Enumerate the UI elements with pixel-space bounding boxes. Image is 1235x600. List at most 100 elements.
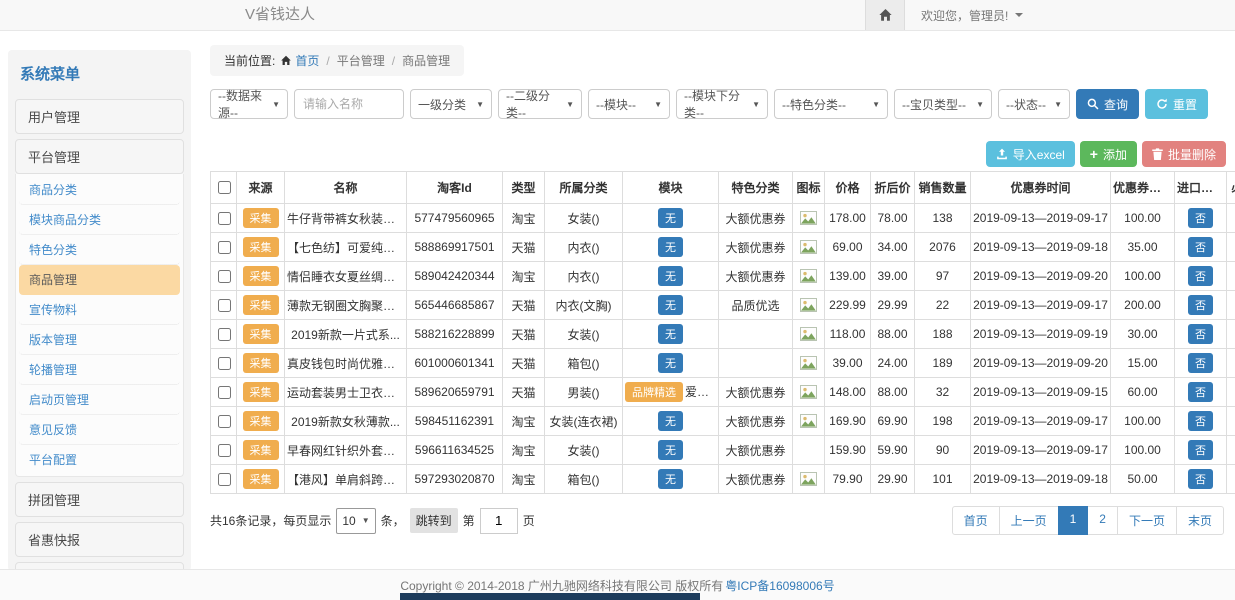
coupon-amount: 50.00 bbox=[1111, 465, 1175, 494]
sidebar-group-用户管理[interactable]: 用户管理 bbox=[15, 99, 184, 134]
sales-count: 22 bbox=[915, 291, 971, 320]
per-page-select[interactable]: 10 ▼ bbox=[336, 508, 375, 534]
row-checkbox[interactable] bbox=[218, 386, 231, 399]
pager-末页[interactable]: 末页 bbox=[1176, 506, 1224, 535]
product-image-icon bbox=[800, 472, 817, 486]
sidebar-group-拼团管理[interactable]: 拼团管理 bbox=[15, 482, 184, 517]
thumbnail-cell bbox=[793, 262, 825, 291]
icp-link[interactable]: 粤ICP备16098006号 bbox=[725, 577, 834, 594]
price: 39.00 bbox=[825, 349, 871, 378]
table-row: 采集 情侣睡衣女夏丝绸男士... 589042420344 淘宝 内衣() 无 … bbox=[211, 262, 1235, 291]
row-checkbox[interactable] bbox=[218, 241, 231, 254]
row-checkbox[interactable] bbox=[218, 444, 231, 457]
products-table: 来源名称淘客Id类型所属分类模块特色分类图标价格折后价销售数量优惠券时间优惠券金… bbox=[210, 171, 1235, 494]
import-select-badge[interactable]: 否 bbox=[1188, 382, 1213, 402]
table-row: 采集 【七色纺】可爱纯棉家... 588869917501 天猫 内衣() 无 … bbox=[211, 233, 1235, 262]
chevron-down-icon: ▼ bbox=[362, 516, 370, 525]
module-badge: 无 bbox=[658, 208, 683, 228]
sidebar-item-模块商品分类[interactable]: 模块商品分类 bbox=[19, 205, 180, 235]
pager-首页[interactable]: 首页 bbox=[952, 506, 1000, 535]
sidebar-item-意见反馈[interactable]: 意见反馈 bbox=[19, 415, 180, 445]
sidebar-item-轮播管理[interactable]: 轮播管理 bbox=[19, 355, 180, 385]
sidebar-item-特色分类[interactable]: 特色分类 bbox=[19, 235, 180, 265]
row-checkbox[interactable] bbox=[218, 473, 231, 486]
filter-select-宝贝类型[interactable]: --宝贝类型--▼ bbox=[894, 89, 992, 119]
filter-select-模块[interactable]: --模块--▼ bbox=[588, 89, 670, 119]
filter-select-特色分类[interactable]: --特色分类--▼ bbox=[774, 89, 888, 119]
row-checkbox[interactable] bbox=[218, 415, 231, 428]
pager-2[interactable]: 2 bbox=[1087, 506, 1118, 535]
batch-delete-button[interactable]: 批量删除 bbox=[1142, 141, 1226, 167]
sidebar-item-商品管理[interactable]: 商品管理 bbox=[19, 265, 180, 295]
thumbnail-cell bbox=[793, 436, 825, 465]
product-category: 箱包() bbox=[545, 349, 623, 378]
module-text: 爱上运动 bbox=[685, 385, 719, 399]
reset-button[interactable]: 重置 bbox=[1145, 89, 1208, 119]
import-select-badge[interactable]: 否 bbox=[1188, 469, 1213, 489]
import-select-badge[interactable]: 否 bbox=[1188, 208, 1213, 228]
chevron-down-icon: ▼ bbox=[654, 100, 662, 109]
pager-1[interactable]: 1 bbox=[1058, 506, 1089, 535]
jump-button[interactable]: 跳转到 bbox=[410, 508, 458, 533]
sidebar: 系统菜单 用户管理平台管理商品分类模块商品分类特色分类商品管理宣传物料版本管理轮… bbox=[8, 50, 191, 571]
product-category: 女装() bbox=[545, 320, 623, 349]
row-checkbox[interactable] bbox=[218, 357, 231, 370]
user-menu[interactable]: 欢迎您，管理员! bbox=[905, 0, 1235, 30]
import-select-badge[interactable]: 否 bbox=[1188, 353, 1213, 373]
sidebar-item-宣传物料[interactable]: 宣传物料 bbox=[19, 295, 180, 325]
sidebar-group-平台管理[interactable]: 平台管理 bbox=[15, 139, 184, 174]
discount-price: 78.00 bbox=[871, 204, 915, 233]
product-name: 真皮钱包时尚优雅女士... bbox=[285, 349, 407, 378]
search-button[interactable]: 查询 bbox=[1076, 89, 1139, 119]
row-checkbox[interactable] bbox=[218, 328, 231, 341]
import-select-badge[interactable]: 否 bbox=[1188, 295, 1213, 315]
product-type: 淘宝 bbox=[503, 465, 545, 494]
top-header: V省钱达人 欢迎您，管理员! bbox=[0, 0, 1235, 31]
search-icon bbox=[1087, 98, 1099, 110]
sidebar-item-版本管理[interactable]: 版本管理 bbox=[19, 325, 180, 355]
home-button[interactable] bbox=[865, 0, 905, 30]
home-icon bbox=[878, 8, 893, 22]
breadcrumb-item-首页[interactable]: 首页 bbox=[295, 52, 319, 69]
import-excel-button[interactable]: 导入excel bbox=[986, 141, 1075, 167]
sidebar-item-启动页管理[interactable]: 启动页管理 bbox=[19, 385, 180, 415]
chevron-down-icon: ▼ bbox=[752, 100, 760, 109]
import-select-badge[interactable]: 否 bbox=[1188, 440, 1213, 460]
coupon-time: 2019-09-13—2019-09-18 bbox=[971, 465, 1111, 494]
sidebar-item-平台配置[interactable]: 平台配置 bbox=[19, 445, 180, 474]
discount-price: 59.90 bbox=[871, 436, 915, 465]
sidebar-item-商品分类[interactable]: 商品分类 bbox=[19, 175, 180, 205]
row-checkbox[interactable] bbox=[218, 299, 231, 312]
product-name: 薄款无钢圈文胸聚拢性... bbox=[285, 291, 407, 320]
import-select-badge[interactable]: 否 bbox=[1188, 237, 1213, 257]
select-all-checkbox[interactable] bbox=[218, 181, 231, 194]
column-header-名称: 名称 bbox=[285, 172, 407, 204]
product-type: 天猫 bbox=[503, 233, 545, 262]
filter-select-状态[interactable]: --状态--▼ bbox=[998, 89, 1070, 119]
sidebar-group-省惠快报[interactable]: 省惠快报 bbox=[15, 522, 184, 557]
page-jump-input[interactable] bbox=[480, 508, 518, 534]
import-select-badge[interactable]: 否 bbox=[1188, 266, 1213, 286]
add-button[interactable]: + 添加 bbox=[1080, 141, 1137, 167]
filter-select-二级分类[interactable]: --二级分类--▼ bbox=[498, 89, 582, 119]
table-header-row: 来源名称淘客Id类型所属分类模块特色分类图标价格折后价销售数量优惠券时间优惠券金… bbox=[211, 172, 1235, 204]
product-image-icon bbox=[800, 385, 817, 399]
thumbnail-cell bbox=[793, 204, 825, 233]
discount-price: 88.00 bbox=[871, 320, 915, 349]
filter-select-模块下分类[interactable]: --模块下分类--▼ bbox=[676, 89, 768, 119]
pager-下一页[interactable]: 下一页 bbox=[1117, 506, 1177, 535]
filter-select-一级分类[interactable]: 一级分类▼ bbox=[410, 89, 492, 119]
price: 118.00 bbox=[825, 320, 871, 349]
row-checkbox[interactable] bbox=[218, 270, 231, 283]
discount-price: 29.90 bbox=[871, 465, 915, 494]
import-select-badge[interactable]: 否 bbox=[1188, 324, 1213, 344]
discount-price: 69.90 bbox=[871, 407, 915, 436]
pager-上一页[interactable]: 上一页 bbox=[999, 506, 1059, 535]
module-badge: 无 bbox=[658, 411, 683, 431]
import-select-badge[interactable]: 否 bbox=[1188, 411, 1213, 431]
table-row: 采集 牛仔背带裤女秋装减龄... 577479560965 淘宝 女装() 无 … bbox=[211, 204, 1235, 233]
filter-select-数据来源[interactable]: --数据来源--▼ bbox=[210, 89, 288, 119]
row-checkbox[interactable] bbox=[218, 212, 231, 225]
name-search-input[interactable] bbox=[294, 89, 404, 119]
source-badge: 采集 bbox=[243, 208, 279, 228]
